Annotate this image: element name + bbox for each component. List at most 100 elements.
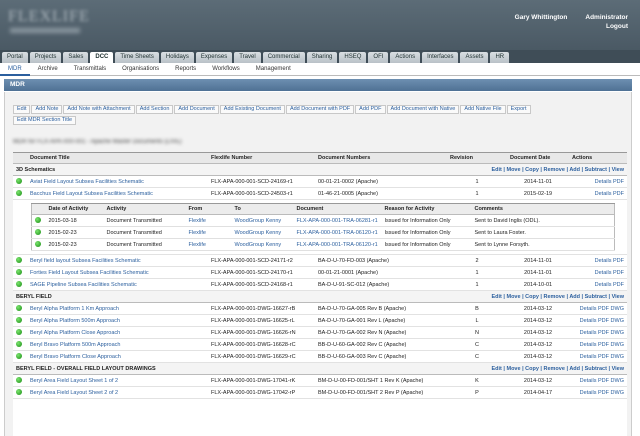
add-existing-document-button[interactable]: Add Existing Document <box>219 105 285 114</box>
section-copy-link[interactable]: Copy <box>525 294 539 300</box>
dwg-link[interactable]: DWG <box>611 318 624 324</box>
subnav-transmittals[interactable]: Transmittals <box>66 63 114 76</box>
subnav-archive[interactable]: Archive <box>30 63 66 76</box>
add-document-button[interactable]: Add Document <box>174 105 219 114</box>
add-pdf-button[interactable]: Add PDF <box>355 105 386 114</box>
document-title-link[interactable]: Beryl Alpha Platform Close Approach <box>30 330 120 336</box>
tab-holidays[interactable]: Holidays <box>160 52 194 63</box>
pdf-link[interactable]: PDF <box>598 354 609 360</box>
add-native-file-button[interactable]: Add Native File <box>460 105 506 114</box>
pdf-link[interactable]: PDF <box>598 390 609 396</box>
details-link[interactable]: Details <box>595 270 612 276</box>
pdf-link[interactable]: PDF <box>613 191 624 197</box>
document-title-link[interactable]: Beryl Bravo Platform 500m Approach <box>30 342 121 348</box>
details-link[interactable]: Details <box>580 378 597 384</box>
tab-sharing[interactable]: Sharing <box>306 52 338 63</box>
dwg-link[interactable]: DWG <box>611 378 624 384</box>
tab-hr[interactable]: HR <box>490 52 510 63</box>
transmittal-link[interactable]: FLX-APA-000-001-TRA-06120-r1 <box>297 242 378 248</box>
to-link[interactable]: WoodGroup Kenny <box>235 230 282 236</box>
details-link[interactable]: Details <box>595 258 612 264</box>
details-link[interactable]: Details <box>580 306 597 312</box>
pdf-link[interactable]: PDF <box>598 306 609 312</box>
subnav-mdr[interactable]: MDR <box>0 63 30 76</box>
subnav-reports[interactable]: Reports <box>167 63 204 76</box>
section-move-link[interactable]: Move <box>506 366 520 372</box>
section-edit-link[interactable]: Edit <box>491 366 501 372</box>
section-move-link[interactable]: Move <box>506 167 520 173</box>
details-link[interactable]: Details <box>580 354 597 360</box>
details-link[interactable]: Details <box>595 179 612 185</box>
document-title-link[interactable]: Beryl field layout Subsea Facilities Sch… <box>30 258 141 264</box>
tab-time-sheets[interactable]: Time Sheets <box>115 52 159 63</box>
section-edit-link[interactable]: Edit <box>491 294 501 300</box>
tab-sales[interactable]: Sales <box>63 52 89 63</box>
transmittal-link[interactable]: FLX-APA-000-001-TRA-06281-r1 <box>297 218 378 224</box>
tab-interfaces[interactable]: Interfaces <box>422 52 459 63</box>
document-title-link[interactable]: Forties Field Layout Subsea Facilities S… <box>30 270 149 276</box>
edit-button[interactable]: Edit <box>13 105 31 114</box>
pdf-link[interactable]: PDF <box>598 342 609 348</box>
section-subtract-link[interactable]: Subtract <box>585 366 607 372</box>
section-copy-link[interactable]: Copy <box>525 167 539 173</box>
section-view-link[interactable]: View <box>612 366 624 372</box>
details-link[interactable]: Details <box>580 318 597 324</box>
document-title-link[interactable]: Beryl Area Field Layout Sheet 1 of 2 <box>30 378 118 384</box>
section-add-link[interactable]: Add <box>569 167 580 173</box>
section-subtract-link[interactable]: Subtract <box>585 167 607 173</box>
tab-assets[interactable]: Assets <box>460 52 489 63</box>
dwg-link[interactable]: DWG <box>611 354 624 360</box>
dwg-link[interactable]: DWG <box>611 390 624 396</box>
section-remove-link[interactable]: Remove <box>544 366 565 372</box>
details-link[interactable]: Details <box>580 342 597 348</box>
details-link[interactable]: Details <box>580 390 597 396</box>
section-copy-link[interactable]: Copy <box>525 366 539 372</box>
document-title-link[interactable]: SAGE Pipeline Subsea Facilities Schemati… <box>30 282 137 288</box>
details-link[interactable]: Details <box>595 282 612 288</box>
details-link[interactable]: Details <box>595 191 612 197</box>
section-view-link[interactable]: View <box>612 167 624 173</box>
from-link[interactable]: Flexlife <box>189 218 206 224</box>
to-link[interactable]: WoodGroup Kenny <box>235 242 282 248</box>
tab-actions[interactable]: Actions <box>390 52 421 63</box>
document-title-link[interactable]: Bacchus Field Layout Subsea Facilities S… <box>30 191 153 197</box>
logout-link[interactable]: Logout <box>515 23 628 30</box>
section-add-link[interactable]: Add <box>569 366 580 372</box>
pdf-link[interactable]: PDF <box>613 270 624 276</box>
add-document-with-native-button[interactable]: Add Document with Native <box>386 105 460 114</box>
document-title-link[interactable]: Beryl Alpha Platform 1 Km Approach <box>30 306 119 312</box>
to-link[interactable]: WoodGroup Kenny <box>235 218 282 224</box>
pdf-link[interactable]: PDF <box>613 179 624 185</box>
tab-expenses[interactable]: Expenses <box>195 52 233 63</box>
from-link[interactable]: Flexlife <box>189 230 206 236</box>
add-note-button[interactable]: Add Note <box>31 105 63 114</box>
add-section-button[interactable]: Add Section <box>135 105 174 114</box>
section-remove-link[interactable]: Remove <box>544 167 565 173</box>
section-subtract-link[interactable]: Subtract <box>585 294 607 300</box>
edit-mdr-section-title-button[interactable]: Edit MDR Section Title <box>13 116 77 125</box>
document-title-link[interactable]: Aviat Field Layout Subsea Facilities Sch… <box>30 179 144 185</box>
section-edit-link[interactable]: Edit <box>491 167 501 173</box>
section-view-link[interactable]: View <box>612 294 624 300</box>
pdf-link[interactable]: PDF <box>613 282 624 288</box>
subnav-management[interactable]: Management <box>248 63 299 76</box>
document-title-link[interactable]: Beryl Bravo Platform Close Approach <box>30 354 121 360</box>
subnav-workflows[interactable]: Workflows <box>204 63 248 76</box>
document-title-link[interactable]: Beryl Area Field Layout Sheet 2 of 2 <box>30 390 118 396</box>
tab-hseq[interactable]: HSEQ <box>339 52 367 63</box>
section-remove-link[interactable]: Remove <box>544 294 565 300</box>
pdf-link[interactable]: PDF <box>598 378 609 384</box>
tab-commercial[interactable]: Commercial <box>262 52 305 63</box>
export-button[interactable]: Export <box>506 105 531 114</box>
tab-ofi[interactable]: OFI <box>368 52 389 63</box>
section-move-link[interactable]: Move <box>506 294 520 300</box>
tab-dcc[interactable]: DCC <box>90 52 114 63</box>
pdf-link[interactable]: PDF <box>598 318 609 324</box>
add-document-with-pdf-button[interactable]: Add Document with PDF <box>285 105 355 114</box>
tab-projects[interactable]: Projects <box>29 52 62 63</box>
subnav-organisations[interactable]: Organisations <box>114 63 167 76</box>
document-title-link[interactable]: Beryl Alpha Platform 500m Approach <box>30 318 120 324</box>
add-note-with-attachment-button[interactable]: Add Note with Attachment <box>63 105 135 114</box>
dwg-link[interactable]: DWG <box>611 306 624 312</box>
dwg-link[interactable]: DWG <box>611 330 624 336</box>
